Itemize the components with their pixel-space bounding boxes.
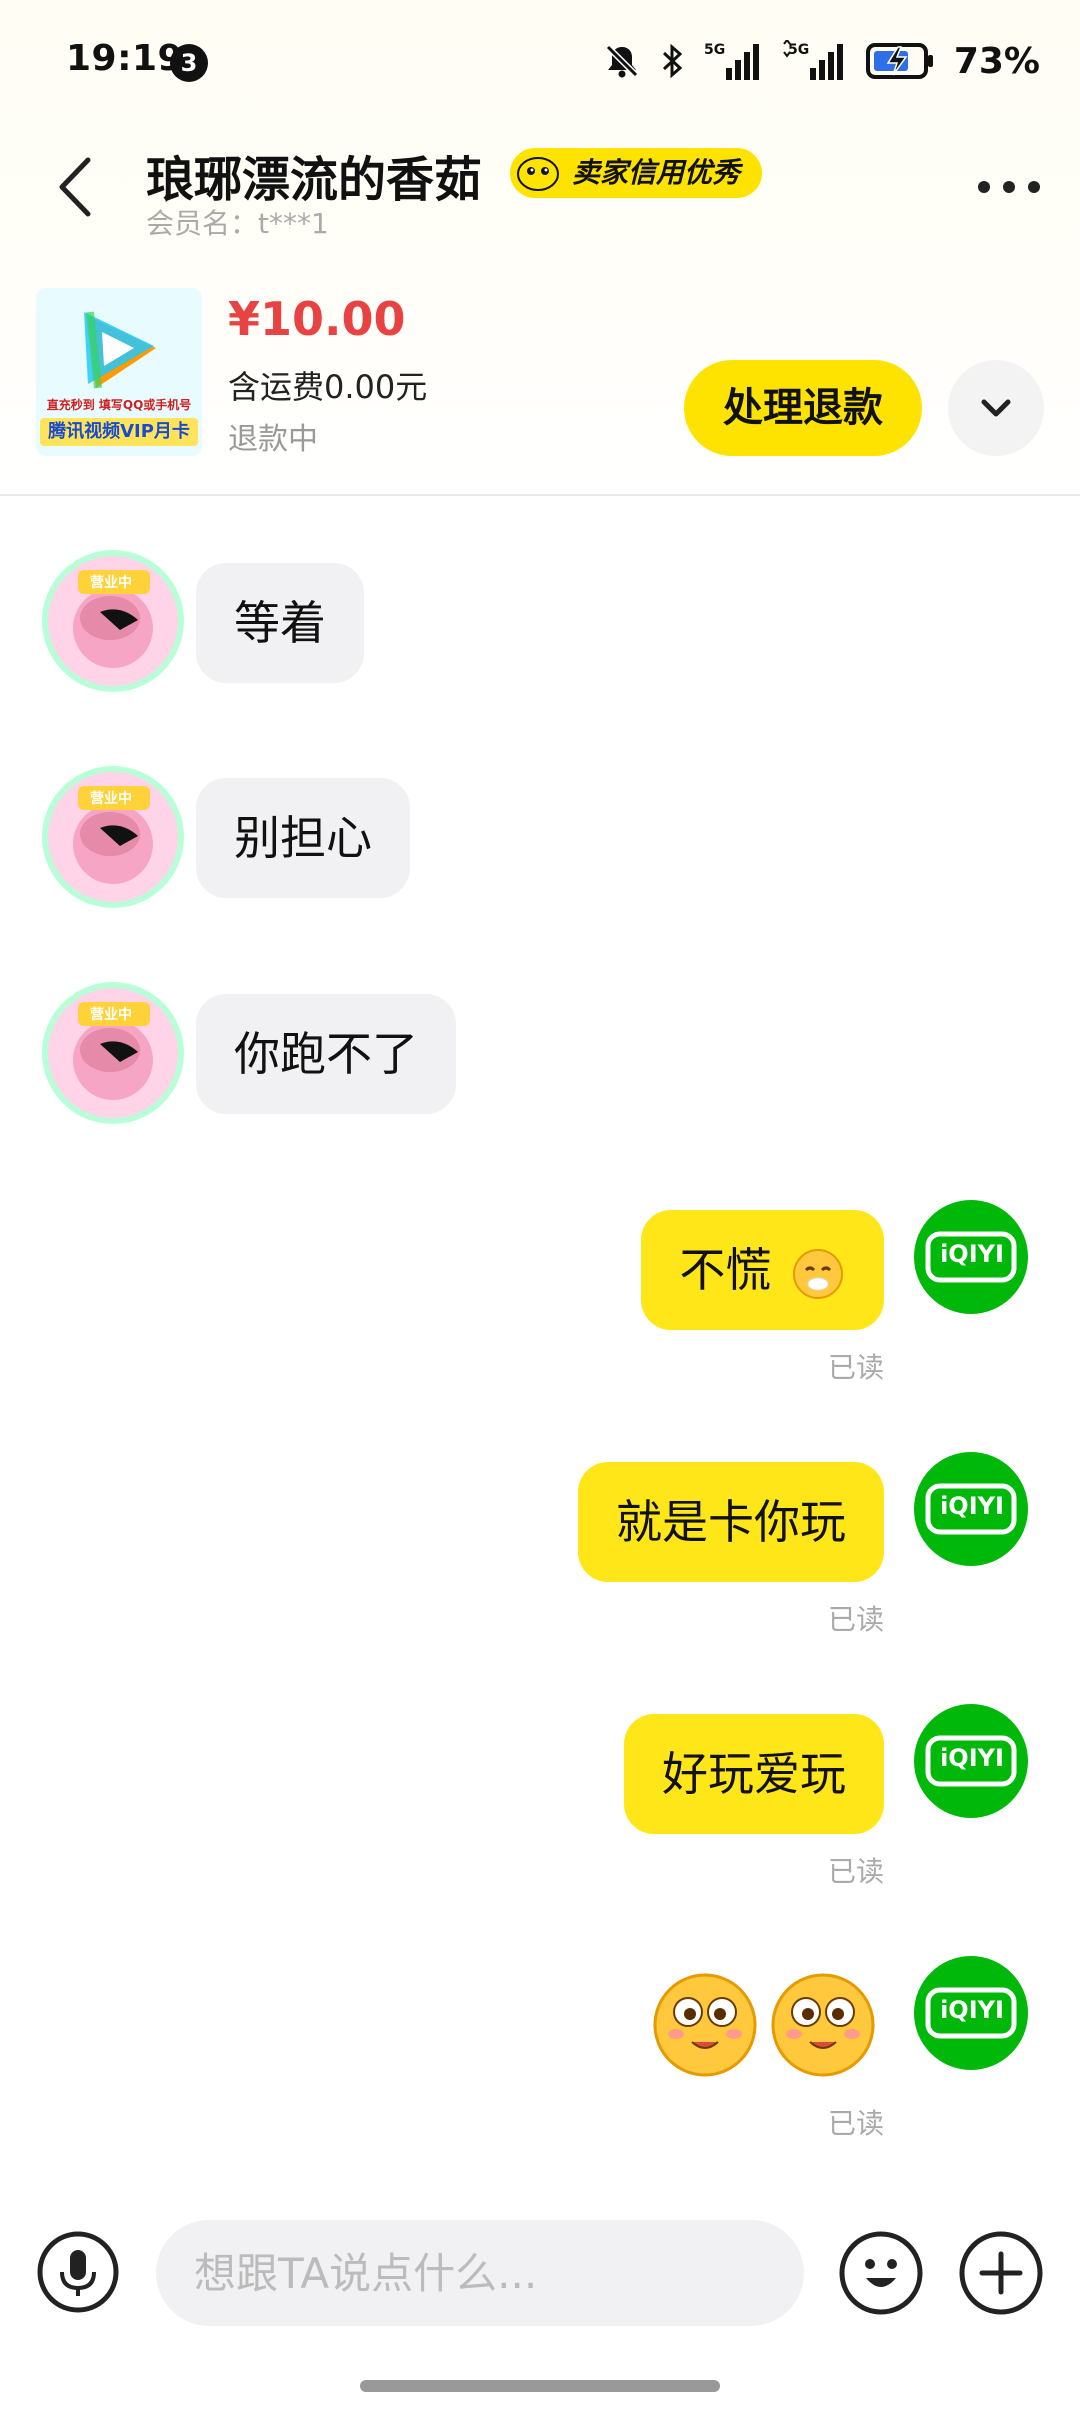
message-bubble-in[interactable]: 等着: [196, 563, 364, 683]
seller-name[interactable]: 琅琊漂流的香茹: [146, 140, 482, 210]
clock: 19:19: [66, 38, 184, 79]
member-name: 会员名：t***1: [146, 207, 329, 240]
my-avatar[interactable]: iQIYI: [914, 1704, 1028, 1818]
smiley-icon: [839, 2231, 923, 2315]
back-button[interactable]: [48, 152, 108, 222]
message-bubble-out[interactable]: 不慌: [641, 1210, 884, 1330]
mute-bell-icon: [602, 41, 642, 81]
seller-avatar[interactable]: 营业中: [40, 980, 186, 1126]
chevron-left-icon: [59, 157, 91, 217]
iqiyi-logo-text: iQIYI: [940, 1240, 1004, 1268]
product-status: 退款中: [228, 422, 318, 457]
goofy-face-emoji-icon[interactable]: [768, 1970, 878, 2080]
more-dots-icon: [978, 181, 1040, 193]
status-bar: 19:19 3 5G 5G 73%: [0, 0, 1080, 120]
iqiyi-logo-text: iQIYI: [940, 1996, 1004, 2024]
seller-avatar-badge: 营业中: [90, 1007, 132, 1023]
sweat-smile-emoji-icon: [793, 1248, 843, 1299]
signal-5g-icon: 5G: [782, 40, 848, 82]
chevron-down-icon: [981, 399, 1011, 417]
seller-avatar-badge: 营业中: [90, 575, 132, 591]
plus-icon: [959, 2231, 1043, 2315]
my-avatar[interactable]: iQIYI: [914, 1956, 1028, 2070]
battery-charging-icon: [865, 41, 936, 81]
more-options-button[interactable]: [974, 162, 1044, 212]
signal-5g-icon: 5G: [704, 40, 764, 82]
read-status: 已读: [827, 2107, 884, 2140]
credit-badge-label: 卖家信用优秀: [572, 156, 741, 189]
message-bubble-in[interactable]: 别担心: [196, 778, 410, 898]
emoji-button[interactable]: [838, 2230, 924, 2316]
read-status: 已读: [827, 1603, 884, 1636]
handle-refund-button[interactable]: 处理退款: [684, 360, 922, 456]
seller-avatar[interactable]: 营业中: [40, 764, 186, 910]
goofy-face-emoji-icon[interactable]: [650, 1970, 760, 2080]
svg-text:5G: 5G: [704, 42, 725, 58]
product-shipping: 含运费0.00元: [228, 368, 428, 406]
message-bubble-out[interactable]: 就是卡你玩: [578, 1462, 884, 1582]
divider: [0, 494, 1080, 496]
battery-percent: 73%: [953, 40, 1040, 82]
message-bubble-out[interactable]: 好玩爱玩: [624, 1714, 884, 1834]
read-status: 已读: [827, 1351, 884, 1384]
seller-avatar[interactable]: 营业中: [40, 548, 186, 694]
credit-badge[interactable]: 卖家信用优秀: [510, 148, 763, 198]
product-thumbnail[interactable]: 直充秒到 填写QQ或手机号 腾讯视频VIP月卡: [36, 288, 202, 456]
bluetooth-icon: [660, 41, 686, 81]
product-thumb-title: 腾讯视频VIP月卡: [40, 418, 198, 446]
product-thumb-caption: 直充秒到 填写QQ或手机号: [46, 398, 192, 412]
voice-input-button[interactable]: [36, 2230, 120, 2314]
read-status: 已读: [827, 1855, 884, 1888]
message-bubble-in[interactable]: 你跑不了: [196, 994, 456, 1114]
mascot-icon: [517, 157, 559, 191]
iqiyi-logo-text: iQIYI: [940, 1492, 1004, 1520]
home-indicator[interactable]: [360, 2380, 720, 2392]
message-input[interactable]: [156, 2220, 804, 2326]
status-icons: 5G 5G 73%: [602, 36, 1040, 86]
seller-avatar-badge: 营业中: [90, 791, 132, 807]
microphone-icon: [37, 2231, 119, 2313]
svg-text:5G: 5G: [788, 42, 809, 58]
expand-product-button[interactable]: [948, 360, 1044, 456]
message-text: 不慌: [679, 1243, 772, 1297]
notification-count-badge: 3: [170, 44, 208, 82]
product-price: ¥10.00: [228, 292, 406, 346]
my-avatar[interactable]: iQIYI: [914, 1200, 1028, 1314]
my-avatar[interactable]: iQIYI: [914, 1452, 1028, 1566]
more-actions-button[interactable]: [958, 2230, 1044, 2316]
iqiyi-logo-text: iQIYI: [940, 1744, 1004, 1772]
